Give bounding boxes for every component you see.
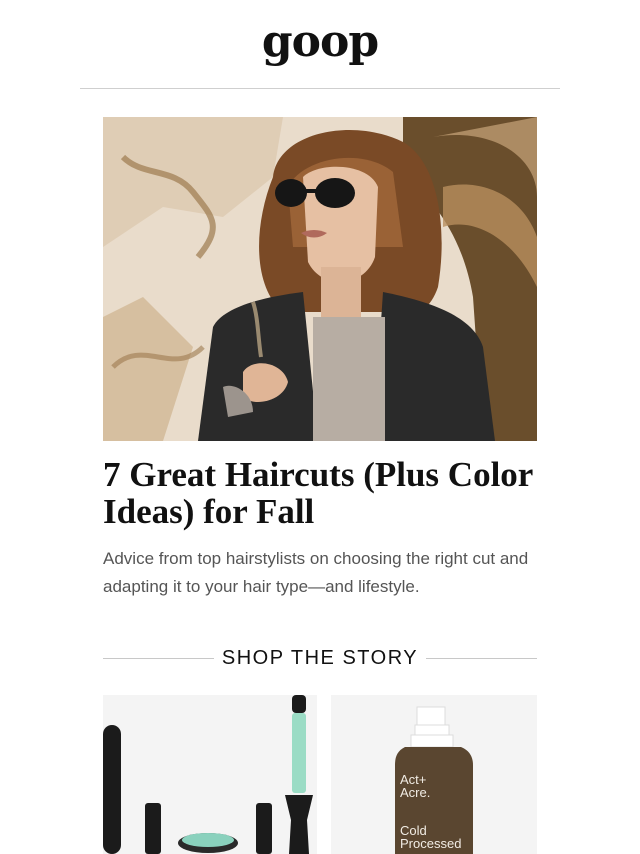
shop-divider-right: [426, 658, 537, 659]
bottle-line2-text: Processed: [400, 836, 462, 851]
header-divider: [80, 88, 560, 89]
hair-tools-image: [103, 695, 317, 854]
product-card-hair-tools[interactable]: [103, 695, 317, 854]
article-headline[interactable]: 7 Great Haircuts (Plus Color Ideas) for …: [103, 456, 543, 530]
hero-image[interactable]: [103, 117, 537, 441]
shop-the-story-heading: SHOP THE STORY: [221, 647, 419, 669]
article-dek: Advice from top hairstylists on choosing…: [103, 549, 529, 596]
product-card-bottle[interactable]: Act+ Acre. Cold Processed: [331, 695, 537, 854]
shop-divider-left: [103, 658, 214, 659]
bottle-brand-text: Act+ Acre.: [400, 772, 431, 800]
goop-logo[interactable]: goop: [0, 14, 640, 70]
